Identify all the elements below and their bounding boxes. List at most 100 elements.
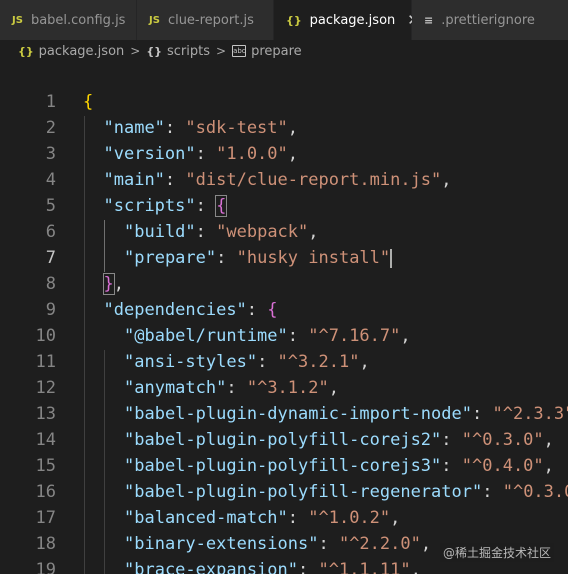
code-line[interactable]: 3 "version": "1.0.0", [0,141,568,167]
breadcrumb-file[interactable]: {} package.json [18,44,124,59]
line-number: 15 [35,456,56,476]
breadcrumb-prepare[interactable]: abc prepare [232,44,302,59]
code-token: , [328,378,339,398]
line-number: 2 [45,118,56,138]
code-line[interactable]: 1{ [0,89,568,115]
breadcrumb: {} package.json > {} scripts > abc prepa… [0,40,568,62]
code-token: "ansi-styles" [124,352,258,372]
json-file-icon: {} [286,13,302,27]
string-symbol-icon: abc [232,45,247,57]
tab-label: babel.config.js [30,12,126,28]
editor-tab-bar: JS babel.config.js JS clue-report.js {} … [0,0,568,40]
code-token: , [543,430,554,450]
breadcrumb-separator: > [216,44,227,58]
breadcrumb-separator: > [130,44,141,58]
code-text: "babel-plugin-polyfill-regenerator": "^0… [124,479,568,505]
javascript-file-icon: JS [149,14,160,26]
code-token: : [195,196,217,216]
code-text: "babel-plugin-polyfill-corejs3": "^0.4.0… [124,453,554,479]
code-token: } [102,273,115,295]
code-text: "version": "1.0.0", [104,141,299,167]
tab-package-json[interactable]: {} package.json ✕ [274,0,420,40]
code-token: "sdk-test" [185,118,288,138]
code-token: : [164,118,186,138]
code-token: : [216,248,237,268]
code-token: "husky install" [236,248,391,268]
code-text: "binary-extensions": "^2.2.0", [124,531,431,557]
code-token: { [83,92,94,112]
tab-label: .prettierignore [441,12,535,28]
code-text: }, [102,271,124,297]
code-token: : [318,534,339,554]
code-token: "balanced-match" [124,508,288,528]
code-token: "babel-plugin-polyfill-regenerator" [124,482,483,502]
code-token: "^1.0.2" [308,508,391,528]
code-token: "^2.2.0" [338,534,421,554]
breadcrumb-scripts[interactable]: {} scripts [146,44,210,59]
code-token: "^0.4.0" [461,456,544,476]
code-line[interactable]: 6 "build": "webpack", [0,219,568,245]
breadcrumb-scripts-label: scripts [167,43,210,59]
code-text: "build": "webpack", [124,219,319,245]
code-token: : [226,378,247,398]
code-editor[interactable]: 1{2 "name": "sdk-test", 3 "version": "1.0.0… [0,62,568,574]
line-number: 10 [35,326,56,346]
code-token: : [287,326,309,346]
code-line[interactable]: 15 "babel-plugin-polyfill-corejs3": "^0.4… [0,453,568,479]
code-token: : [298,560,319,574]
line-number: 1 [45,92,56,112]
code-line[interactable]: 17 "balanced-match": "^1.0.2", [0,505,568,531]
code-line[interactable]: 7 "prepare": "husky install" [0,245,568,271]
breadcrumb-file-label: package.json [38,43,125,59]
code-token: "@babel/runtime" [124,326,288,346]
tab-clue-report[interactable]: JS clue-report.js [137,0,274,40]
code-text: "brace-expansion": "^1.1.11", [124,557,421,574]
code-token: "webpack" [216,222,309,242]
code-line[interactable]: 11 "ansi-styles": "^3.2.1", [0,349,568,375]
line-number: 18 [35,534,56,554]
code-line[interactable]: 9 "dependencies": { [0,297,568,323]
line-number: 12 [35,378,56,398]
line-number: 9 [45,300,56,320]
code-token: "name" [103,118,165,138]
code-token: , [287,118,299,138]
code-text: "scripts": { [104,193,228,219]
code-token: , [308,222,319,242]
code-line[interactable]: 10 "@babel/runtime": "^7.16.7", [0,323,568,349]
code-token: "prepare" [124,248,217,268]
line-number: 3 [45,144,56,164]
breadcrumb-prepare-label: prepare [251,43,302,59]
code-text: "main": "dist/clue-report.min.js", [104,167,452,193]
code-token: "1.0.0" [216,144,288,164]
code-text: "name": "sdk-test", [104,115,299,141]
code-line[interactable]: 12 "anymatch": "^3.1.2", [0,375,568,401]
code-token: "^3.2.1" [277,352,360,372]
code-token: : [482,482,503,502]
code-line[interactable]: 16 "babel-plugin-polyfill-regenerator": "… [0,479,568,505]
line-number: 5 [45,196,56,216]
code-line[interactable]: 14 "babel-plugin-polyfill-corejs2": "^0.3… [0,427,568,453]
code-line[interactable]: 2 "name": "sdk-test", [0,115,568,141]
code-token: "^7.16.7" [308,326,401,346]
code-token: "version" [103,144,196,164]
tab-prettierignore[interactable]: ≡ .prettierignore [412,0,568,40]
code-line[interactable]: 8}, [0,271,568,297]
line-number: 6 [45,222,56,242]
code-text: "balanced-match": "^1.0.2", [124,505,400,531]
line-number: 19 [35,560,56,574]
code-line[interactable]: 5 "scripts": { [0,193,568,219]
code-line[interactable]: 4 "main": "dist/clue-report.min.js", [0,167,568,193]
code-token: : [472,404,493,424]
code-token: , [543,456,554,476]
code-text: "dependencies": { [104,297,278,323]
code-token: "dependencies" [103,300,247,320]
code-token: : [441,430,462,450]
tab-label: package.json [309,12,396,28]
code-text: "babel-plugin-dynamic-import-node": "^2.… [124,401,568,427]
tab-babel-config[interactable]: JS babel.config.js [0,0,137,40]
code-text: "babel-plugin-polyfill-corejs2": "^0.3.0… [124,427,554,453]
code-line[interactable]: 13 "babel-plugin-dynamic-import-node": "^… [0,401,568,427]
code-token: "babel-plugin-polyfill-corejs3" [124,456,442,476]
code-token: : [257,352,278,372]
text-cursor [390,248,393,268]
